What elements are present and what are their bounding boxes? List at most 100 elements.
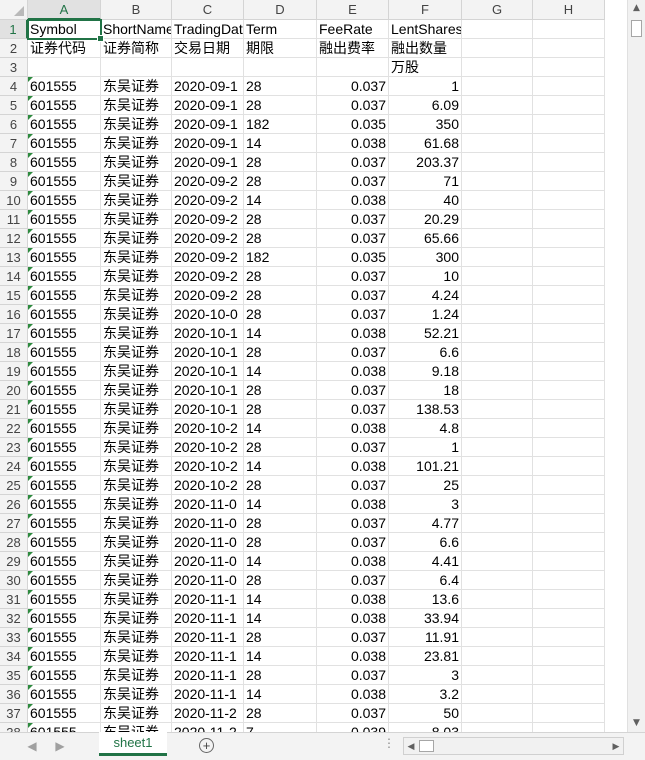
cell-g23[interactable] <box>462 438 533 457</box>
cell-f13[interactable]: 300 <box>389 248 462 267</box>
cell-f20[interactable]: 18 <box>389 381 462 400</box>
cell-a3[interactable] <box>28 58 101 77</box>
number-as-text-indicator-icon[interactable] <box>28 647 33 652</box>
cell-a22[interactable]: 601555 <box>28 419 101 438</box>
cell-h9[interactable] <box>533 172 605 191</box>
horizontal-scroll-thumb[interactable] <box>419 740 434 752</box>
cell-b29[interactable]: 东吴证券 <box>101 552 172 571</box>
column-header-c[interactable]: C <box>172 0 244 20</box>
cell-e17[interactable]: 0.038 <box>317 324 389 343</box>
cell-c6[interactable]: 2020-09-1 <box>172 115 244 134</box>
number-as-text-indicator-icon[interactable] <box>28 476 33 481</box>
cell-g13[interactable] <box>462 248 533 267</box>
cell-d17[interactable]: 14 <box>244 324 317 343</box>
cell-e34[interactable]: 0.038 <box>317 647 389 666</box>
number-as-text-indicator-icon[interactable] <box>28 115 33 120</box>
cell-f30[interactable]: 6.4 <box>389 571 462 590</box>
cell-h17[interactable] <box>533 324 605 343</box>
cell-b15[interactable]: 东吴证券 <box>101 286 172 305</box>
row-header[interactable]: 23 <box>0 438 28 457</box>
number-as-text-indicator-icon[interactable] <box>28 134 33 139</box>
cell-b1[interactable]: ShortName <box>101 20 172 39</box>
cell-e3[interactable] <box>317 58 389 77</box>
cell-h35[interactable] <box>533 666 605 685</box>
number-as-text-indicator-icon[interactable] <box>28 457 33 462</box>
cell-e11[interactable]: 0.037 <box>317 210 389 229</box>
cell-c17[interactable]: 2020-10-1 <box>172 324 244 343</box>
cell-f9[interactable]: 71 <box>389 172 462 191</box>
cell-c15[interactable]: 2020-09-2 <box>172 286 244 305</box>
cell-d7[interactable]: 14 <box>244 134 317 153</box>
cell-c3[interactable] <box>172 58 244 77</box>
cell-d1[interactable]: Term <box>244 20 317 39</box>
cell-f5[interactable]: 6.09 <box>389 96 462 115</box>
cell-e29[interactable]: 0.038 <box>317 552 389 571</box>
cell-e1[interactable]: FeeRate <box>317 20 389 39</box>
cell-c1[interactable]: TradingDate <box>172 20 244 39</box>
cell-f14[interactable]: 10 <box>389 267 462 286</box>
cell-b31[interactable]: 东吴证券 <box>101 590 172 609</box>
cell-f18[interactable]: 6.6 <box>389 343 462 362</box>
cell-d33[interactable]: 28 <box>244 628 317 647</box>
number-as-text-indicator-icon[interactable] <box>28 153 33 158</box>
cell-h38[interactable] <box>533 723 605 732</box>
cell-d22[interactable]: 14 <box>244 419 317 438</box>
cell-f32[interactable]: 33.94 <box>389 609 462 628</box>
cell-a32[interactable]: 601555 <box>28 609 101 628</box>
cell-d31[interactable]: 14 <box>244 590 317 609</box>
triangle-right-icon[interactable]: ▶ <box>52 737 68 755</box>
number-as-text-indicator-icon[interactable] <box>28 685 33 690</box>
cell-c34[interactable]: 2020-11-1 <box>172 647 244 666</box>
cell-g11[interactable] <box>462 210 533 229</box>
row-header[interactable]: 9 <box>0 172 28 191</box>
triangle-left-icon[interactable]: ◀ <box>24 737 40 755</box>
row-header[interactable]: 13 <box>0 248 28 267</box>
cell-f35[interactable]: 3 <box>389 666 462 685</box>
cell-h37[interactable] <box>533 704 605 723</box>
cell-a26[interactable]: 601555 <box>28 495 101 514</box>
row-header[interactable]: 28 <box>0 533 28 552</box>
cell-d15[interactable]: 28 <box>244 286 317 305</box>
cell-h31[interactable] <box>533 590 605 609</box>
number-as-text-indicator-icon[interactable] <box>28 419 33 424</box>
number-as-text-indicator-icon[interactable] <box>28 590 33 595</box>
cell-c31[interactable]: 2020-11-1 <box>172 590 244 609</box>
cell-f10[interactable]: 40 <box>389 191 462 210</box>
cell-d14[interactable]: 28 <box>244 267 317 286</box>
row-header[interactable]: 17 <box>0 324 28 343</box>
row-header[interactable]: 24 <box>0 457 28 476</box>
cell-a18[interactable]: 601555 <box>28 343 101 362</box>
cell-b25[interactable]: 东吴证券 <box>101 476 172 495</box>
cell-e5[interactable]: 0.037 <box>317 96 389 115</box>
cell-h30[interactable] <box>533 571 605 590</box>
row-header[interactable]: 14 <box>0 267 28 286</box>
cell-g22[interactable] <box>462 419 533 438</box>
cell-e20[interactable]: 0.037 <box>317 381 389 400</box>
column-header-h[interactable]: H <box>533 0 605 20</box>
cell-a31[interactable]: 601555 <box>28 590 101 609</box>
cell-h24[interactable] <box>533 457 605 476</box>
cell-c28[interactable]: 2020-11-0 <box>172 533 244 552</box>
cell-c22[interactable]: 2020-10-2 <box>172 419 244 438</box>
number-as-text-indicator-icon[interactable] <box>28 248 33 253</box>
cell-a38[interactable]: 601555 <box>28 723 101 732</box>
cell-h25[interactable] <box>533 476 605 495</box>
row-header[interactable]: 25 <box>0 476 28 495</box>
cell-g26[interactable] <box>462 495 533 514</box>
number-as-text-indicator-icon[interactable] <box>28 495 33 500</box>
number-as-text-indicator-icon[interactable] <box>28 210 33 215</box>
cell-d20[interactable]: 28 <box>244 381 317 400</box>
cell-h3[interactable] <box>533 58 605 77</box>
cell-f36[interactable]: 3.2 <box>389 685 462 704</box>
number-as-text-indicator-icon[interactable] <box>28 305 33 310</box>
cell-g5[interactable] <box>462 96 533 115</box>
cell-e12[interactable]: 0.037 <box>317 229 389 248</box>
column-header-f[interactable]: F <box>389 0 462 20</box>
row-header[interactable]: 16 <box>0 305 28 324</box>
cell-b16[interactable]: 东吴证券 <box>101 305 172 324</box>
cell-d16[interactable]: 28 <box>244 305 317 324</box>
row-header[interactable]: 27 <box>0 514 28 533</box>
cell-h34[interactable] <box>533 647 605 666</box>
cell-h13[interactable] <box>533 248 605 267</box>
cell-d13[interactable]: 182 <box>244 248 317 267</box>
